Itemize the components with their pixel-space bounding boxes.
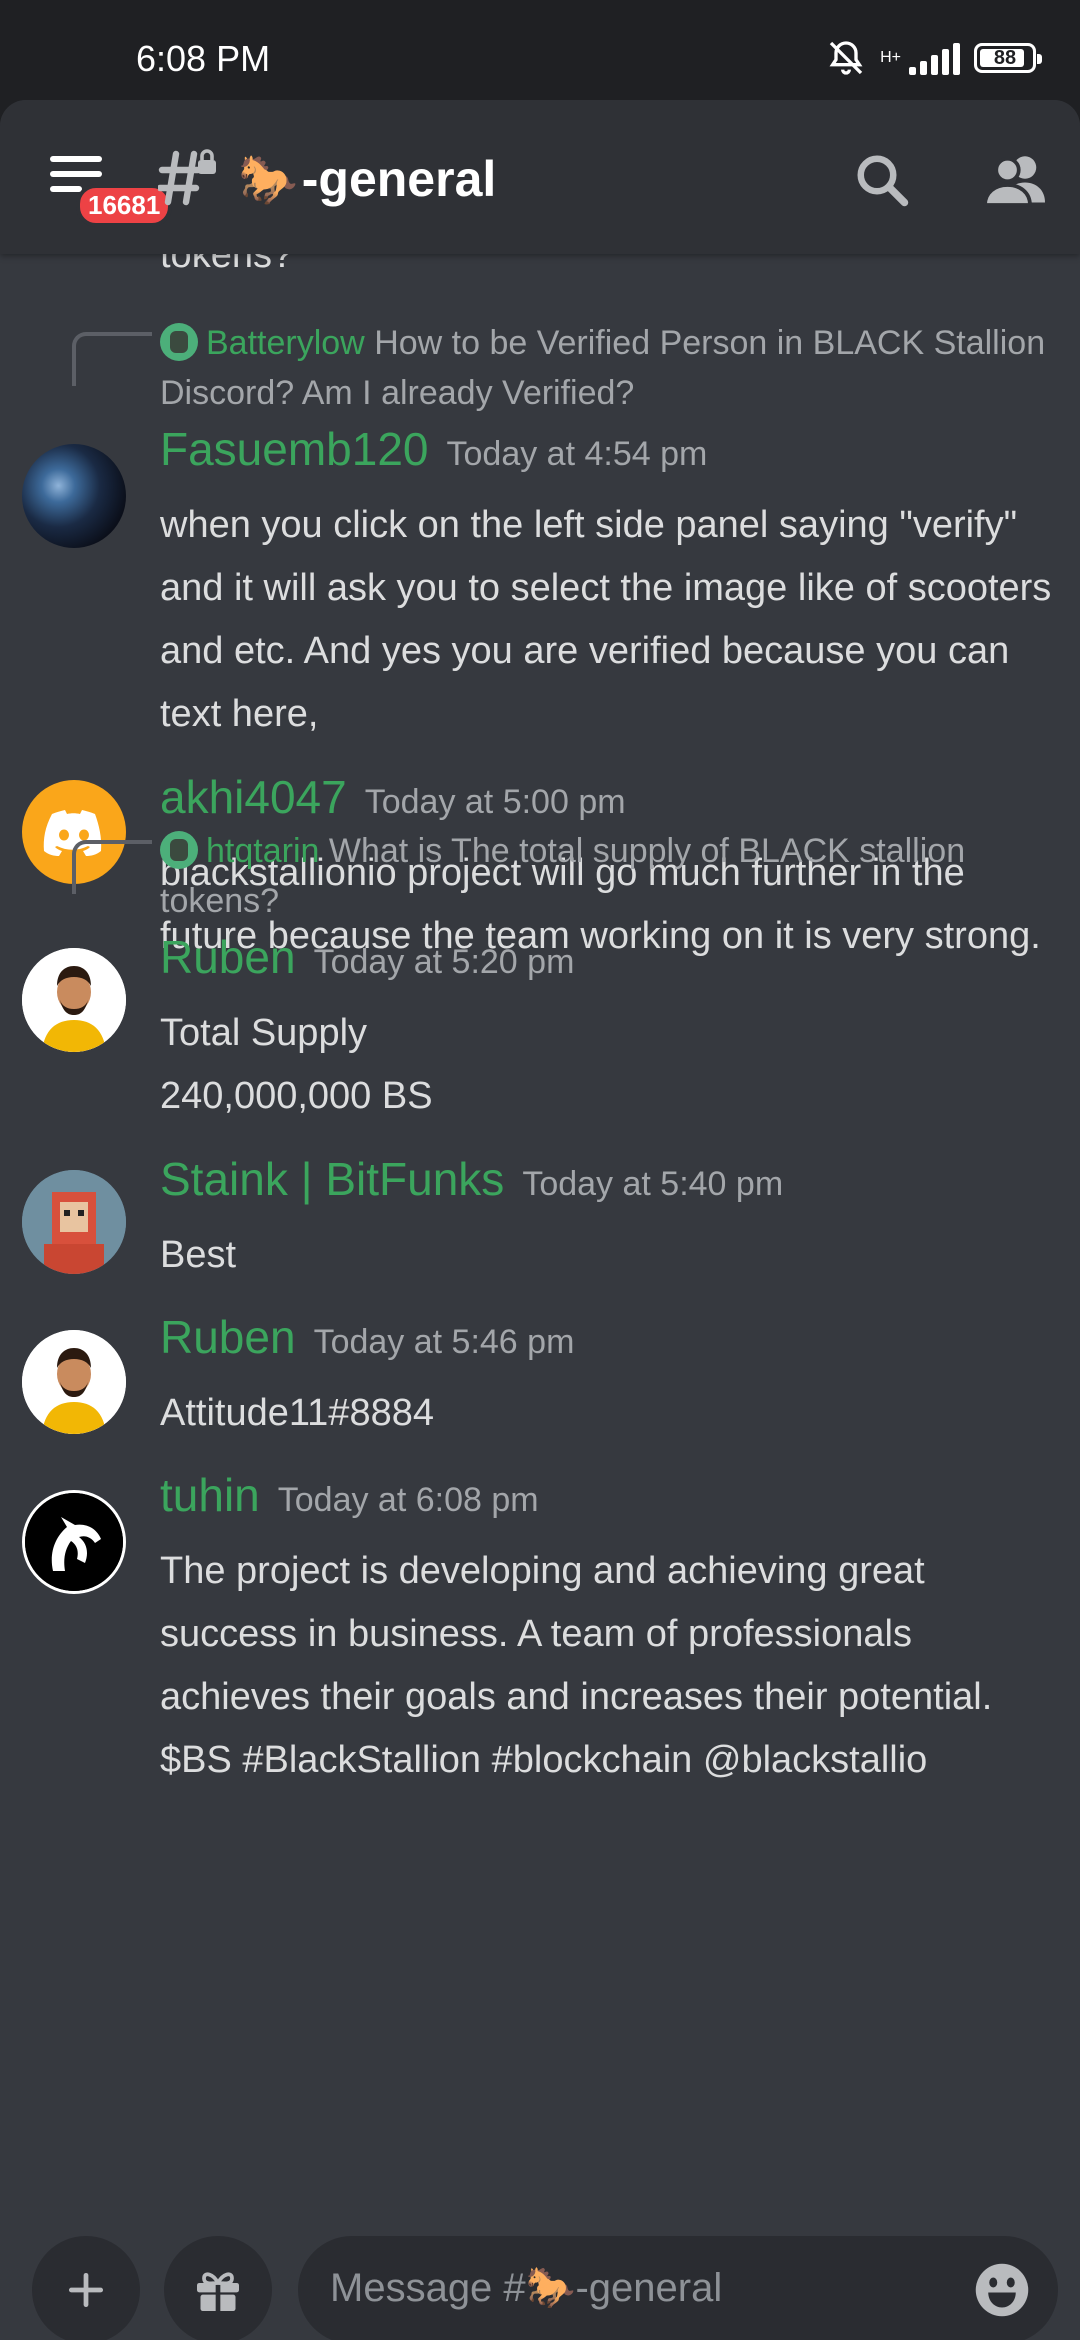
- signal-icon: [909, 41, 960, 75]
- timestamp: Today at 5:00 pm: [364, 783, 626, 821]
- message-input[interactable]: Message #🐎-general: [298, 2236, 1058, 2340]
- reply-connector: [72, 332, 152, 386]
- username[interactable]: Staink | BitFunks: [160, 1152, 504, 1206]
- reply-username[interactable]: htqtarin: [206, 832, 319, 870]
- reply-connector: [72, 840, 152, 894]
- channel-header: 16681 🐎 -general: [0, 100, 1080, 254]
- message-header: Ruben Today at 5:46 pm: [160, 1310, 574, 1364]
- message-composer: Message #🐎-general: [0, 2210, 1080, 2340]
- avatar-image: [25, 1493, 123, 1591]
- gift-button[interactable]: [164, 2236, 272, 2340]
- avatar-image: [22, 1170, 126, 1274]
- message-line: 240,000,000 BS: [160, 1075, 433, 1117]
- members-icon[interactable]: [980, 150, 1050, 210]
- timestamp: Today at 4:54 pm: [446, 435, 708, 473]
- message-header: Fasuemb120 Today at 4:54 pm: [160, 422, 707, 476]
- channel-emoji: 🐎: [238, 153, 298, 207]
- message-text: Total Supply 240,000,000 BS: [160, 1002, 1060, 1128]
- avatar[interactable]: [22, 948, 126, 1052]
- channel-name: -general: [301, 151, 497, 207]
- username[interactable]: tuhin: [160, 1468, 260, 1522]
- timestamp: Today at 5:46 pm: [313, 1323, 575, 1361]
- placeholder-emoji: 🐎: [525, 2266, 576, 2310]
- message-text: Best: [160, 1234, 237, 1276]
- avatar[interactable]: [22, 444, 126, 548]
- network-type: H+: [880, 49, 901, 66]
- username[interactable]: akhi4047: [160, 770, 347, 824]
- avatar[interactable]: [22, 1170, 126, 1274]
- avatar[interactable]: [22, 1330, 126, 1434]
- emoji-icon[interactable]: [972, 2260, 1032, 2320]
- placeholder-prefix: Message #: [330, 2266, 526, 2310]
- reply-reference[interactable]: htqtarin What is The total supply of BLA…: [160, 826, 1060, 926]
- username[interactable]: Ruben: [160, 1310, 296, 1364]
- channel-title[interactable]: 🐎 -general: [238, 150, 496, 208]
- message-header: Staink | BitFunks Today at 5:40 pm: [160, 1152, 783, 1206]
- status-time: 6:08 PM: [136, 38, 271, 79]
- status-bar: 6:08 PM H+ 88: [0, 0, 1080, 100]
- reply-avatar: [160, 831, 198, 869]
- plus-icon: [68, 2272, 104, 2308]
- message-header: Ruben Today at 5:20 pm: [160, 930, 574, 984]
- avatar[interactable]: [22, 1490, 126, 1594]
- avatar-image: [22, 948, 126, 1052]
- reply-avatar: [160, 323, 198, 361]
- locked-text-channel-icon: [158, 149, 216, 206]
- status-icons: H+ 88: [826, 38, 1042, 78]
- message-text: Attitude11#8884: [160, 1392, 434, 1434]
- reply-username[interactable]: Batterylow: [206, 324, 365, 362]
- timestamp: Today at 5:40 pm: [522, 1165, 784, 1203]
- avatar-image: [22, 1330, 126, 1434]
- timestamp: Today at 6:08 pm: [277, 1481, 539, 1519]
- username[interactable]: Ruben: [160, 930, 296, 984]
- timestamp: Today at 5:20 pm: [313, 943, 575, 981]
- add-attachment-button[interactable]: [32, 2236, 140, 2340]
- message-header: tuhin Today at 6:08 pm: [160, 1468, 539, 1522]
- message-header: akhi4047 Today at 5:00 pm: [160, 770, 626, 824]
- message-input-placeholder: Message #🐎-general: [330, 2264, 722, 2311]
- placeholder-suffix: -general: [575, 2266, 723, 2310]
- battery-level: 88: [993, 46, 1017, 69]
- message-line: Total Supply: [160, 1012, 368, 1054]
- battery-icon: 88: [974, 43, 1042, 73]
- search-icon[interactable]: [852, 150, 912, 210]
- bell-off-icon: [829, 41, 863, 75]
- message-text: when you click on the left side panel sa…: [160, 504, 1052, 735]
- discord-app: 16681 🐎 -general tokens? Batterylow How …: [0, 100, 1080, 2340]
- username[interactable]: Fasuemb120: [160, 422, 429, 476]
- reply-reference[interactable]: Batterylow How to be Verified Person in …: [160, 318, 1060, 418]
- message-text: The project is developing and achieving …: [160, 1550, 993, 1781]
- gift-icon: [197, 2272, 239, 2311]
